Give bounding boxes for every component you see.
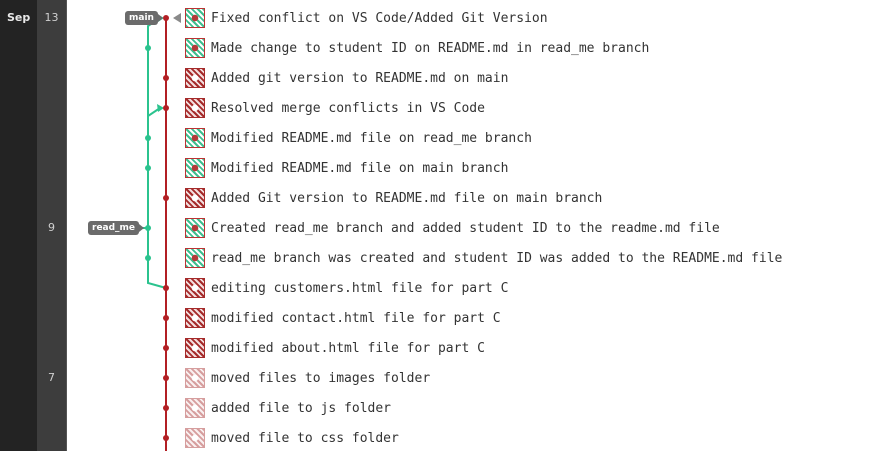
- commit-row[interactable]: Added Git version to README.md file on m…: [185, 187, 602, 209]
- commit-row[interactable]: read_me branch was created and student I…: [185, 247, 782, 269]
- commit-message: read_me branch was created and student I…: [211, 250, 783, 266]
- commit-message: added file to js folder: [211, 400, 392, 416]
- commit-row[interactable]: editing customers.html file for part C: [185, 277, 508, 299]
- commit-dot: [163, 435, 169, 441]
- branch-label-main[interactable]: main: [125, 11, 163, 25]
- commit-dot: [163, 75, 169, 81]
- commit-message: Fixed conflict on VS Code/Added Git Vers…: [211, 10, 548, 26]
- commit-dot: [145, 45, 151, 51]
- commit-message: Resolved merge conflicts in VS Code: [211, 100, 485, 116]
- commit-dot: [145, 135, 151, 141]
- author-avatar: [185, 338, 205, 358]
- commit-dot: [163, 375, 169, 381]
- author-avatar: [185, 218, 205, 238]
- commit-message: Modified README.md file on main branch: [211, 160, 509, 176]
- author-avatar: [185, 158, 205, 178]
- commit-message: moved files to images folder: [211, 370, 431, 386]
- commit-row[interactable]: Modified README.md file on read_me branc…: [185, 127, 532, 149]
- commit-row[interactable]: Added git version to README.md on main: [185, 67, 508, 89]
- commit-row[interactable]: Created read_me branch and added student…: [185, 217, 720, 239]
- merge-arrow-icon: [157, 104, 164, 112]
- commit-row[interactable]: Modified README.md file on main branch: [185, 157, 508, 179]
- author-avatar: [185, 98, 205, 118]
- merge-line: [147, 107, 161, 138]
- author-avatar: [185, 428, 205, 448]
- head-pointer-icon: [173, 13, 181, 23]
- branch-label-read-me[interactable]: read_me: [88, 221, 145, 235]
- author-avatar: [185, 398, 205, 418]
- commit-message: modified contact.html file for part C: [211, 310, 501, 326]
- commit-dot: [163, 405, 169, 411]
- author-avatar: [185, 188, 205, 208]
- commit-message: modified about.html file for part C: [211, 340, 485, 356]
- commit-message: Added Git version to README.md file on m…: [211, 190, 603, 206]
- branch-fork-line: [147, 268, 167, 289]
- commit-row[interactable]: Fixed conflict on VS Code/Added Git Vers…: [185, 7, 548, 29]
- author-avatar: [185, 68, 205, 88]
- commit-dot: [163, 315, 169, 321]
- author-avatar: [185, 38, 205, 58]
- commit-dot: [145, 225, 151, 231]
- commit-row[interactable]: modified about.html file for part C: [185, 337, 485, 359]
- commit-row[interactable]: added file to js folder: [185, 397, 391, 419]
- commit-message: moved file to css folder: [211, 430, 399, 446]
- commit-message: Made change to student ID on README.md i…: [211, 40, 650, 56]
- commit-row[interactable]: moved file to css folder: [185, 427, 399, 449]
- commit-dot: [145, 165, 151, 171]
- commit-message: editing customers.html file for part C: [211, 280, 509, 296]
- author-avatar: [185, 368, 205, 388]
- author-avatar: [185, 8, 205, 28]
- author-avatar: [185, 278, 205, 298]
- commit-row[interactable]: moved files to images folder: [185, 367, 430, 389]
- commit-row[interactable]: Resolved merge conflicts in VS Code: [185, 97, 485, 119]
- commit-message: Added git version to README.md on main: [211, 70, 509, 86]
- author-avatar: [185, 248, 205, 268]
- commit-dot: [163, 345, 169, 351]
- commit-row[interactable]: modified contact.html file for part C: [185, 307, 501, 329]
- commit-dot: [163, 105, 169, 111]
- author-avatar: [185, 128, 205, 148]
- commit-row[interactable]: Made change to student ID on README.md i…: [185, 37, 649, 59]
- commit-message: Created read_me branch and added student…: [211, 220, 720, 236]
- commit-dot: [163, 285, 169, 291]
- commit-dot: [163, 195, 169, 201]
- commit-dot: [145, 255, 151, 261]
- commit-message: Modified README.md file on read_me branc…: [211, 130, 532, 146]
- commit-dot: [163, 15, 169, 21]
- author-avatar: [185, 308, 205, 328]
